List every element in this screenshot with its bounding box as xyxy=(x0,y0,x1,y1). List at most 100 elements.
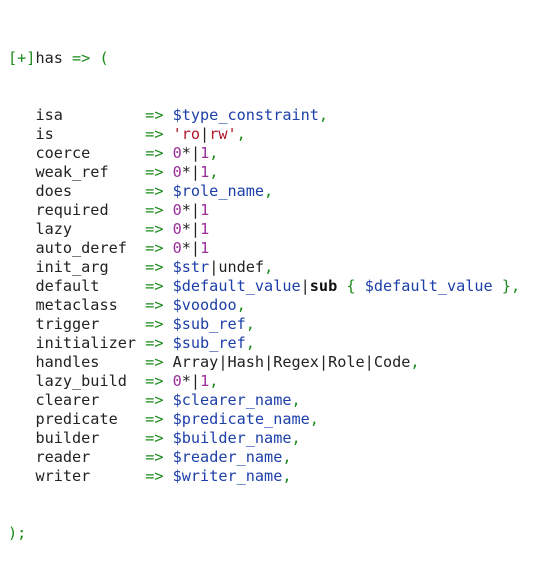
value-token-kw: sub xyxy=(309,277,338,295)
fat-arrow: => xyxy=(145,410,173,428)
fat-arrow: => xyxy=(145,277,173,295)
key-padding xyxy=(118,296,145,314)
fat-arrow: => xyxy=(145,144,173,162)
key-padding xyxy=(99,315,145,333)
value-token-green: , xyxy=(236,296,246,314)
value-token-num: 1 xyxy=(200,239,210,257)
value-token-var: $voodoo xyxy=(172,296,237,314)
fat-arrow: => xyxy=(145,239,173,257)
value-token-var: $writer_name xyxy=(172,467,283,485)
fat-arrow: => xyxy=(145,429,173,447)
fat-arrow: => xyxy=(145,467,173,485)
attribute-key: init_arg xyxy=(35,258,109,276)
attribute-key: lazy xyxy=(35,220,73,238)
value-token-num: 1 xyxy=(200,163,210,181)
value-token-sep: | xyxy=(318,353,329,371)
open-paren: ( xyxy=(99,49,109,67)
header-arrow: => xyxy=(62,49,100,67)
value-token-plain: undef xyxy=(218,258,265,276)
value-token-plain: Role xyxy=(328,353,365,371)
value-token-num: 1 xyxy=(200,220,210,238)
value-token-var: $reader_name xyxy=(172,448,283,466)
closing-paren: ); xyxy=(8,524,27,542)
expand-toggle[interactable]: [+] xyxy=(8,49,35,67)
fat-arrow: => xyxy=(145,353,173,371)
code-closing-line: ); xyxy=(8,524,560,543)
fat-arrow: => xyxy=(145,125,173,143)
attribute-line-lazy: lazy => 0*|1 xyxy=(8,220,560,239)
attribute-key: builder xyxy=(35,429,100,447)
key-padding xyxy=(72,182,145,200)
value-token-green: , xyxy=(209,144,219,162)
value-token-green: , xyxy=(264,182,274,200)
attribute-key: initializer xyxy=(35,334,137,352)
value-token-brace: { xyxy=(346,277,356,295)
value-token-num: 0 xyxy=(172,144,182,162)
attribute-key: trigger xyxy=(35,315,100,333)
fat-arrow: => xyxy=(145,182,173,200)
value-token-sep: | xyxy=(300,277,310,295)
value-token-green: , xyxy=(236,125,246,143)
attribute-key: predicate xyxy=(35,410,118,428)
value-token-var: $default_value xyxy=(364,277,493,295)
attribute-line-initializer: initializer => $sub_ref, xyxy=(8,334,560,353)
key-padding xyxy=(90,467,145,485)
value-token-green: , xyxy=(291,429,301,447)
value-token-plain: Regex xyxy=(273,353,319,371)
key-padding xyxy=(54,125,145,143)
value-token-green: , xyxy=(282,448,292,466)
fat-arrow: => xyxy=(145,106,173,124)
value-token-green: , xyxy=(410,353,420,371)
value-token-green: , xyxy=(291,391,301,409)
value-token-sep: | xyxy=(209,258,219,276)
key-padding xyxy=(109,258,146,276)
attribute-key: handles xyxy=(35,353,100,371)
value-token-green: , xyxy=(245,334,255,352)
value-token-var: $clearer_name xyxy=(172,391,292,409)
key-padding xyxy=(109,163,146,181)
value-token-num: 0 xyxy=(172,201,182,219)
value-token-var: $predicate_name xyxy=(172,410,310,428)
code-block: [+]has => ( isa => $type_constraint, is … xyxy=(0,0,560,542)
value-token-plain xyxy=(337,277,346,295)
attribute-key: writer xyxy=(35,467,91,485)
key-padding xyxy=(63,106,145,124)
value-token-green: , xyxy=(209,372,219,390)
value-token-num: 1 xyxy=(200,372,210,390)
value-token-sep: | xyxy=(190,239,201,257)
value-token-var: $type_constraint xyxy=(172,106,319,124)
value-token-var: $sub_ref xyxy=(172,315,246,333)
attribute-line-coerce: coerce => 0*|1, xyxy=(8,144,560,163)
value-token-green: , xyxy=(245,315,255,333)
key-padding xyxy=(127,239,145,257)
key-padding xyxy=(99,429,145,447)
attribute-line-builder: builder => $builder_name, xyxy=(8,429,560,448)
fat-arrow: => xyxy=(145,448,173,466)
attribute-line-clearer: clearer => $clearer_name, xyxy=(8,391,560,410)
key-padding xyxy=(109,201,146,219)
value-token-sep: | xyxy=(190,144,201,162)
value-token-plain: * xyxy=(181,372,191,390)
attribute-line-reader: reader => $reader_name, xyxy=(8,448,560,467)
fat-arrow: => xyxy=(145,334,173,352)
attribute-key: auto_deref xyxy=(35,239,127,257)
value-token-var: $default_value xyxy=(172,277,301,295)
value-token-sep: | xyxy=(190,201,201,219)
value-token-green: , xyxy=(264,258,274,276)
value-token-plain: Array xyxy=(172,353,219,371)
value-token-plain: * xyxy=(181,144,191,162)
value-token-green: , xyxy=(318,106,329,124)
attribute-list: isa => $type_constraint, is => 'ro|rw', … xyxy=(8,106,560,486)
fat-arrow: => xyxy=(145,220,173,238)
attribute-line-auto-deref: auto_deref => 0*|1 xyxy=(8,239,560,258)
code-header-line: [+]has => ( xyxy=(8,49,560,68)
value-token-num: 0 xyxy=(172,220,182,238)
